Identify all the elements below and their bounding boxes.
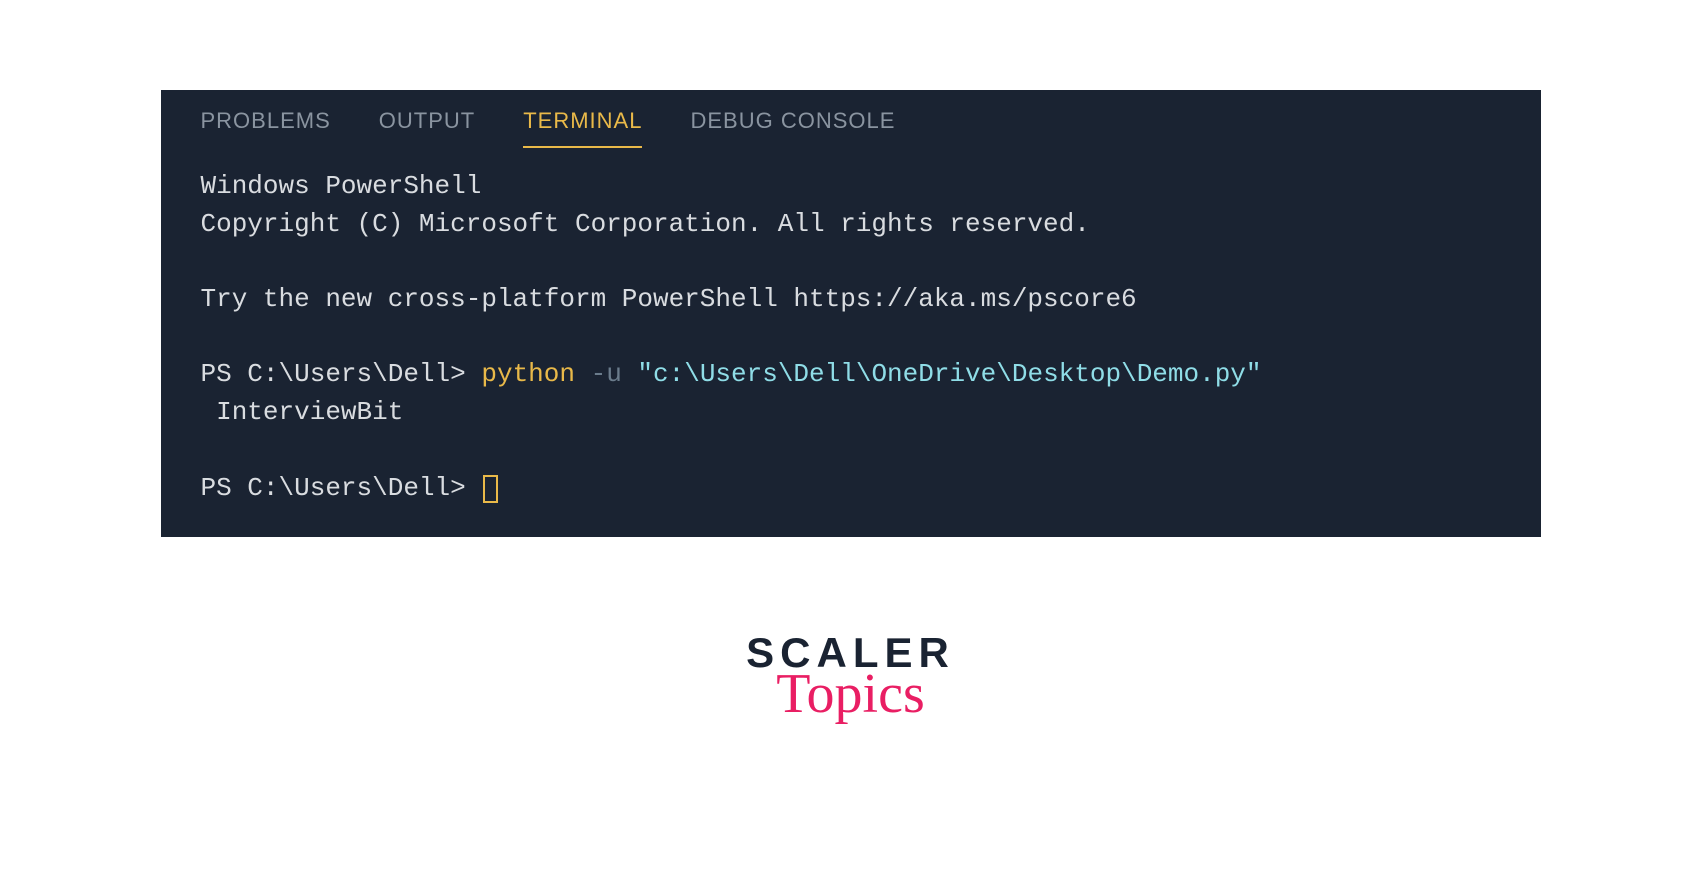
scaler-topics-logo: SCALER Topics (746, 632, 955, 730)
terminal-cursor (483, 475, 498, 503)
terminal-output: InterviewBit (201, 397, 404, 427)
terminal-header-line2: Copyright (C) Microsoft Corporation. All… (201, 209, 1090, 239)
tab-debug-console[interactable]: DEBUG CONSOLE (690, 108, 895, 148)
terminal-prompt-1: PS C:\Users\Dell> (201, 359, 482, 389)
logo-topics-text: Topics (746, 666, 955, 722)
tab-terminal[interactable]: TERMINAL (523, 108, 642, 148)
tab-problems[interactable]: PROBLEMS (201, 108, 331, 148)
terminal-cmd-path: "c:\Users\Dell\OneDrive\Desktop\Demo.py" (637, 359, 1261, 389)
tab-output[interactable]: OUTPUT (379, 108, 475, 148)
terminal-cmd-flag: -u (575, 359, 637, 389)
terminal-try-message: Try the new cross-platform PowerShell ht… (201, 284, 1137, 314)
terminal-header-line1: Windows PowerShell (201, 171, 482, 201)
panel-tabs: PROBLEMS OUTPUT TERMINAL DEBUG CONSOLE (161, 90, 1541, 148)
terminal-cmd-python: python (481, 359, 575, 389)
terminal-prompt-2: PS C:\Users\Dell> (201, 473, 482, 503)
terminal-panel: PROBLEMS OUTPUT TERMINAL DEBUG CONSOLE W… (161, 90, 1541, 537)
terminal-body[interactable]: Windows PowerShell Copyright (C) Microso… (161, 148, 1541, 517)
